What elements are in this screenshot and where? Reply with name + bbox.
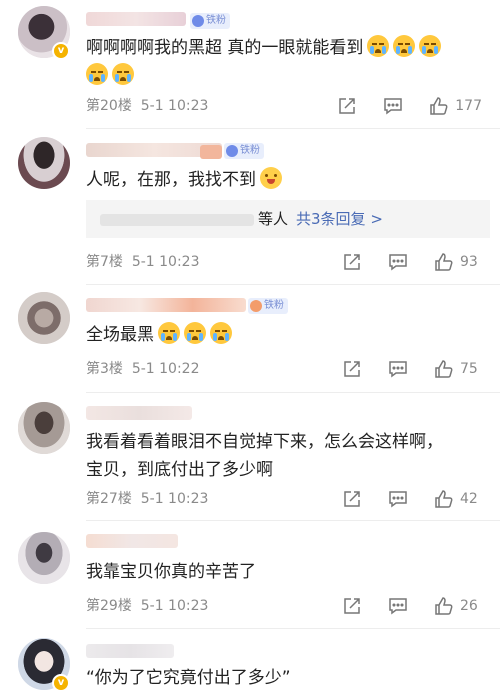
like-count: 75 [460, 361, 478, 377]
divider [86, 520, 500, 521]
comment-text: 人呢，在那，我找不到 [86, 166, 486, 194]
username-blurred[interactable] [86, 406, 192, 420]
comment-actions: 93 [316, 252, 482, 272]
like-count: 42 [460, 491, 478, 507]
fan-badge: 铁粉 [190, 13, 230, 29]
fan-badge: 铁粉 [248, 298, 288, 314]
cry-emoji-icon [419, 35, 442, 57]
comment-icon[interactable] [388, 252, 408, 272]
like-icon[interactable] [434, 596, 454, 616]
cry-emoji-icon [184, 322, 206, 344]
like-count: 26 [460, 598, 478, 614]
share-icon[interactable] [342, 596, 362, 616]
username-blurred[interactable] [86, 644, 174, 658]
cry-emoji-icon [210, 322, 232, 344]
cry-emoji-icon [112, 63, 134, 85]
share-icon[interactable] [337, 96, 357, 116]
comment-actions: 177 [311, 96, 482, 116]
avatar[interactable] [18, 292, 70, 344]
comment-actions: 42 [316, 489, 482, 509]
username-blurred[interactable] [86, 12, 186, 26]
divider [86, 628, 500, 629]
avatar[interactable] [18, 402, 70, 454]
comment-meta: 第3楼 5-1 10:22 [86, 361, 200, 377]
verified-v-icon: v [52, 674, 70, 692]
cry-emoji-icon [367, 35, 390, 57]
comment-actions: 26 [316, 596, 482, 616]
share-icon[interactable] [342, 252, 362, 272]
divider [86, 284, 500, 285]
comment-text: 我看着看着眼泪不自觉掉下来，怎么会这样啊， 宝贝，到底付出了多少啊 [86, 432, 443, 480]
cry-emoji-icon [86, 63, 108, 85]
like-count: 177 [455, 98, 482, 114]
cry-emoji-icon [393, 35, 416, 57]
divider [86, 392, 500, 393]
replier-names-blurred [100, 213, 254, 226]
like-count: 93 [460, 254, 478, 270]
comment-text: 啊啊啊啊我的黑超 真的一眼就能看到 [86, 34, 486, 90]
like-icon[interactable] [434, 359, 454, 379]
shy-emoji-icon [260, 167, 282, 189]
view-replies-link[interactable]: 共3条回复 > [296, 210, 383, 228]
cry-emoji-icon [158, 322, 180, 344]
reply-preview[interactable]: 等人 共3条回复 > [86, 200, 490, 238]
share-icon[interactable] [342, 359, 362, 379]
like-icon[interactable] [434, 252, 454, 272]
avatar[interactable] [18, 532, 70, 584]
share-icon[interactable] [342, 489, 362, 509]
fan-badge: 铁粉 [224, 143, 264, 159]
comment-text: 全场最黑 [86, 321, 486, 349]
comment-meta: 第20楼 5-1 10:23 [86, 98, 209, 114]
divider [86, 128, 500, 129]
comment-text: 我靠宝贝你真的辛苦了 [86, 562, 256, 582]
avatar[interactable] [18, 137, 70, 189]
username-blurred [200, 145, 222, 159]
username-blurred[interactable] [86, 298, 246, 312]
verified-v-icon: v [52, 42, 70, 60]
comment-meta: 第29楼 5-1 10:23 [86, 598, 209, 614]
comment-text: “你为了它究竟付出了多少” [86, 668, 291, 688]
comment-meta: 第27楼 5-1 10:23 [86, 491, 209, 507]
like-icon[interactable] [429, 96, 449, 116]
comment-icon[interactable] [383, 96, 403, 116]
comment-meta: 第7楼 5-1 10:23 [86, 254, 200, 270]
like-icon[interactable] [434, 489, 454, 509]
comment-icon[interactable] [388, 596, 408, 616]
comment-icon[interactable] [388, 489, 408, 509]
username-blurred[interactable] [86, 534, 178, 548]
comment-icon[interactable] [388, 359, 408, 379]
comment-actions: 75 [316, 359, 482, 379]
